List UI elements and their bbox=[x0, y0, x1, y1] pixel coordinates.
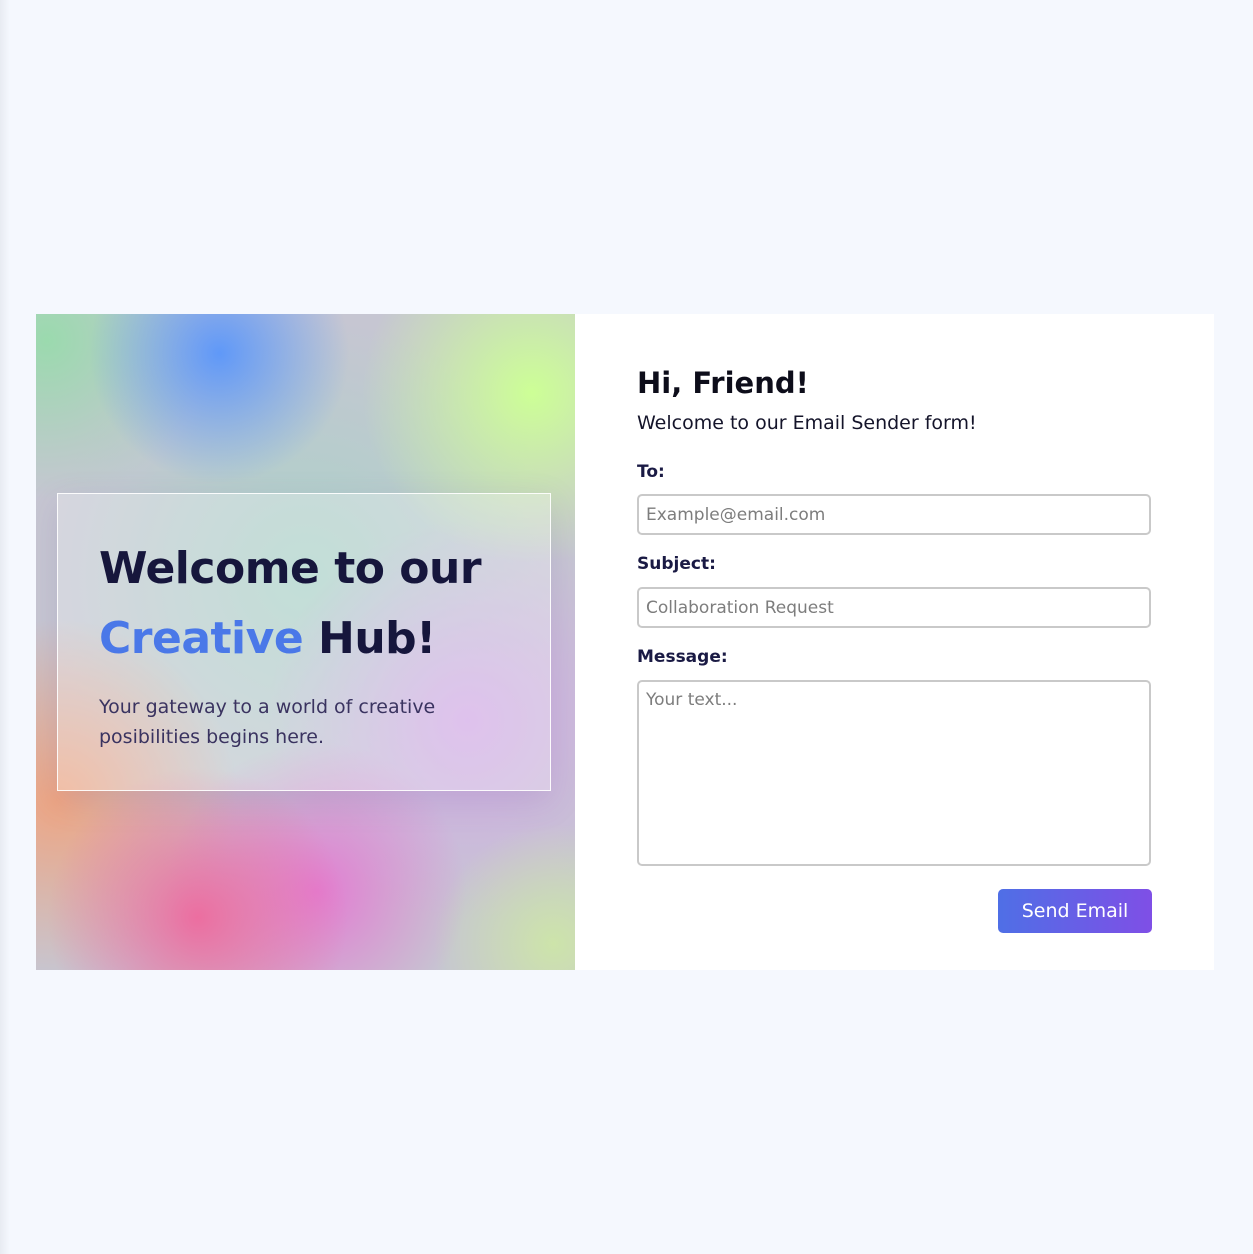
message-label: Message: bbox=[637, 647, 728, 667]
send-email-button[interactable]: Send Email bbox=[998, 889, 1152, 933]
headline-line2-rest: Hub! bbox=[303, 613, 436, 664]
to-label: To: bbox=[637, 462, 665, 482]
form-subgreeting: Welcome to our Email Sender form! bbox=[637, 412, 977, 434]
hero-tagline: Your gateway to a world of creative posi… bbox=[99, 696, 436, 748]
headline-line1: Welcome to our bbox=[99, 543, 482, 594]
window-left-edge bbox=[0, 0, 10, 1254]
email-sender-card: Welcome to our Creative Hub! Your gateway… bbox=[36, 314, 1214, 970]
welcome-glass-card: Welcome to our Creative Hub! Your gateway… bbox=[57, 493, 551, 791]
hero-headline: Welcome to our Creative Hub! bbox=[99, 534, 519, 674]
message-textarea[interactable] bbox=[637, 680, 1151, 866]
email-form-panel: Hi, Friend! Welcome to our Email Sender … bbox=[575, 314, 1214, 970]
subject-label: Subject: bbox=[637, 554, 716, 574]
form-greeting: Hi, Friend! bbox=[637, 366, 809, 400]
gradient-art-panel: Welcome to our Creative Hub! Your gateway… bbox=[36, 314, 575, 970]
headline-accent-word: Creative bbox=[99, 613, 304, 664]
subject-input[interactable] bbox=[637, 587, 1151, 628]
to-email-input[interactable] bbox=[637, 494, 1151, 535]
